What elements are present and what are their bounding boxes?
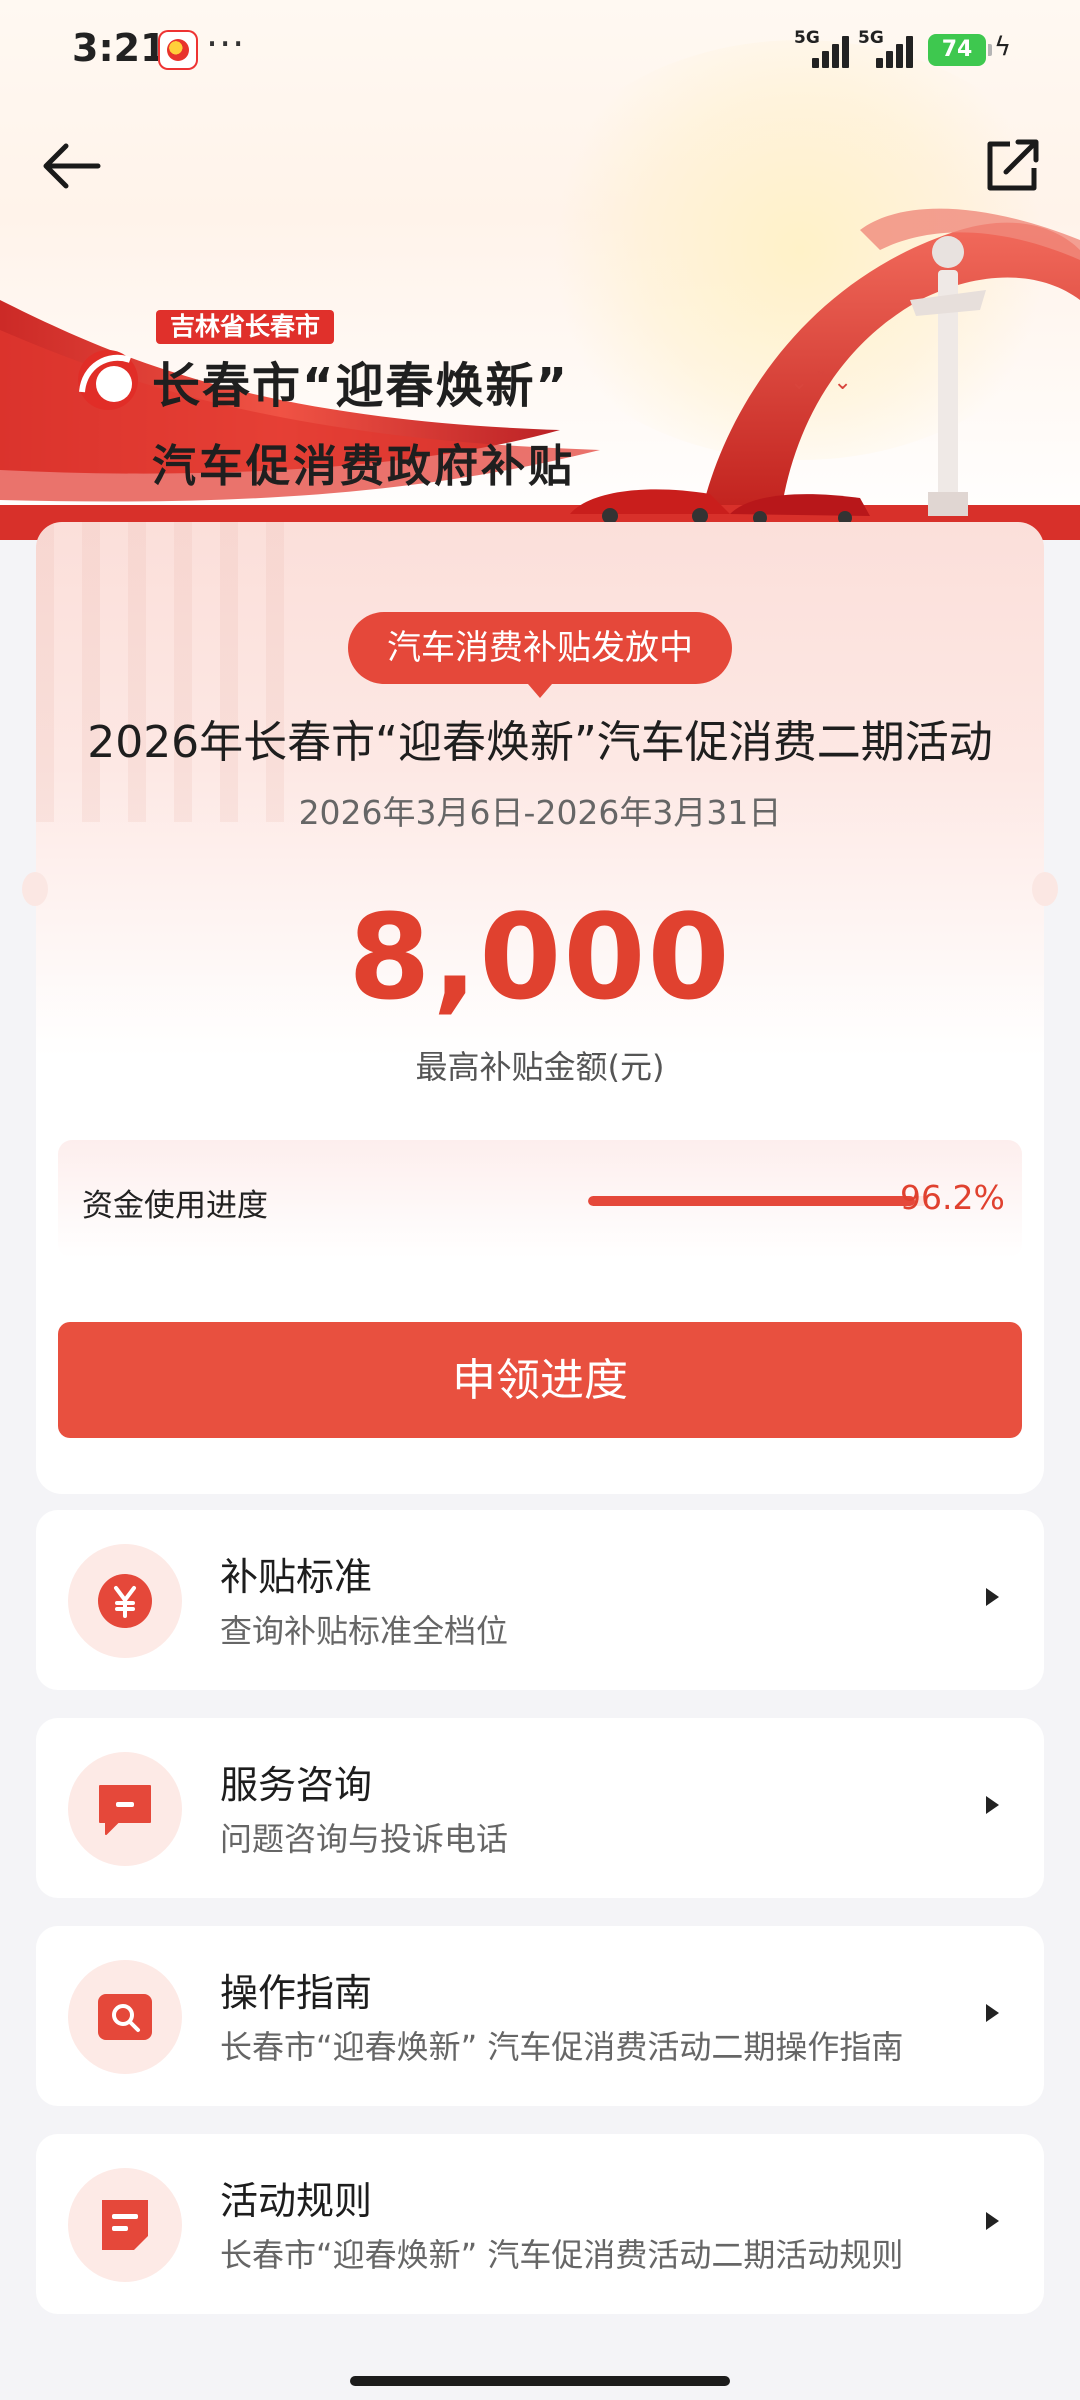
signal-1-icon: 5G: [794, 28, 850, 68]
yuan-icon: [98, 1574, 152, 1628]
battery-icon: 74: [928, 34, 992, 66]
activity-title: 2026年长春市“迎春焕新”汽车促消费二期活动: [87, 717, 993, 768]
region-tag: 吉林省长春市: [156, 310, 335, 344]
menu-title: 服务咨询: [220, 1763, 373, 1807]
document-icon: [102, 2200, 148, 2250]
fund-progress-fill: [588, 1196, 916, 1206]
signal-2-icon: 5G: [858, 28, 914, 68]
fund-progress-bar: [588, 1196, 928, 1206]
activity-dates: 2026年3月6日-2026年3月31日: [298, 793, 782, 832]
home-indicator[interactable]: [350, 2376, 730, 2386]
status-bar: 3:21 ··· 5G 5G 74 ϟ: [0, 0, 1080, 100]
max-subsidy-amount: 8,000: [348, 888, 732, 1026]
menu-item-subsidy-standard[interactable]: 补贴标准 查询补贴标准全档位: [36, 1510, 1044, 1690]
menu-item-operation-guide[interactable]: 操作指南 长春市“迎春焕新” 汽车促消费活动二期操作指南: [36, 1926, 1044, 2106]
cars-graphic: [570, 489, 870, 525]
menu-icon-bg: [68, 1752, 182, 1866]
chevron-right-icon: [986, 1588, 999, 1606]
program-logo-icon: [78, 350, 138, 410]
menu-subtitle: 问题咨询与投诉电话: [220, 1820, 509, 1858]
chevron-right-icon: [986, 2212, 999, 2230]
share-icon[interactable]: [976, 130, 1048, 202]
menu-item-activity-rules[interactable]: 活动规则 长春市“迎春焕新” 汽车促消费活动二期活动规则: [36, 2134, 1044, 2314]
menu-subtitle: 长春市“迎春焕新” 汽车促消费活动二期操作指南: [220, 2028, 904, 2066]
banner-title-line2: 汽车促消费政府补贴: [152, 441, 575, 492]
fund-progress-percent: 96.2%: [900, 1178, 1005, 1217]
menu-title: 补贴标准: [220, 1555, 373, 1599]
menu-icon-bg: [68, 1544, 182, 1658]
menu-subtitle: 查询补贴标准全档位: [220, 1612, 509, 1650]
fund-progress-panel: 资金使用进度 96.2%: [58, 1140, 1022, 1258]
chat-icon: [99, 1785, 151, 1835]
app-notification-icon: [158, 30, 198, 70]
application-progress-button[interactable]: 申领进度: [58, 1322, 1022, 1438]
huabiao-pillar-graphic: [910, 236, 986, 516]
fund-progress-label: 资金使用进度: [82, 1188, 268, 1224]
menu-item-service-consult[interactable]: 服务咨询 问题咨询与投诉电话: [36, 1718, 1044, 1898]
chevron-right-icon: [986, 2004, 999, 2022]
menu-icon-bg: [68, 1960, 182, 2074]
back-arrow-icon[interactable]: [36, 130, 108, 202]
menu-title: 操作指南: [220, 1971, 373, 2015]
menu-icon-bg: [68, 2168, 182, 2282]
menu-title: 活动规则: [220, 2179, 373, 2223]
status-time: 3:21: [72, 26, 167, 70]
charging-icon: ϟ: [994, 32, 1012, 62]
banner-title-line1: 长春市“迎春焕新”: [152, 358, 570, 414]
birds-graphic: ⌄ ˇ ⌄: [790, 370, 852, 395]
chevron-right-icon: [986, 1796, 999, 1814]
status-badge: 汽车消费补贴发放中: [348, 612, 732, 698]
menu-subtitle: 长春市“迎春焕新” 汽车促消费活动二期活动规则: [220, 2236, 904, 2274]
max-subsidy-label: 最高补贴金额(元): [415, 1048, 665, 1086]
search-doc-icon: [98, 1994, 152, 2040]
more-notifications-icon: ···: [206, 22, 246, 66]
